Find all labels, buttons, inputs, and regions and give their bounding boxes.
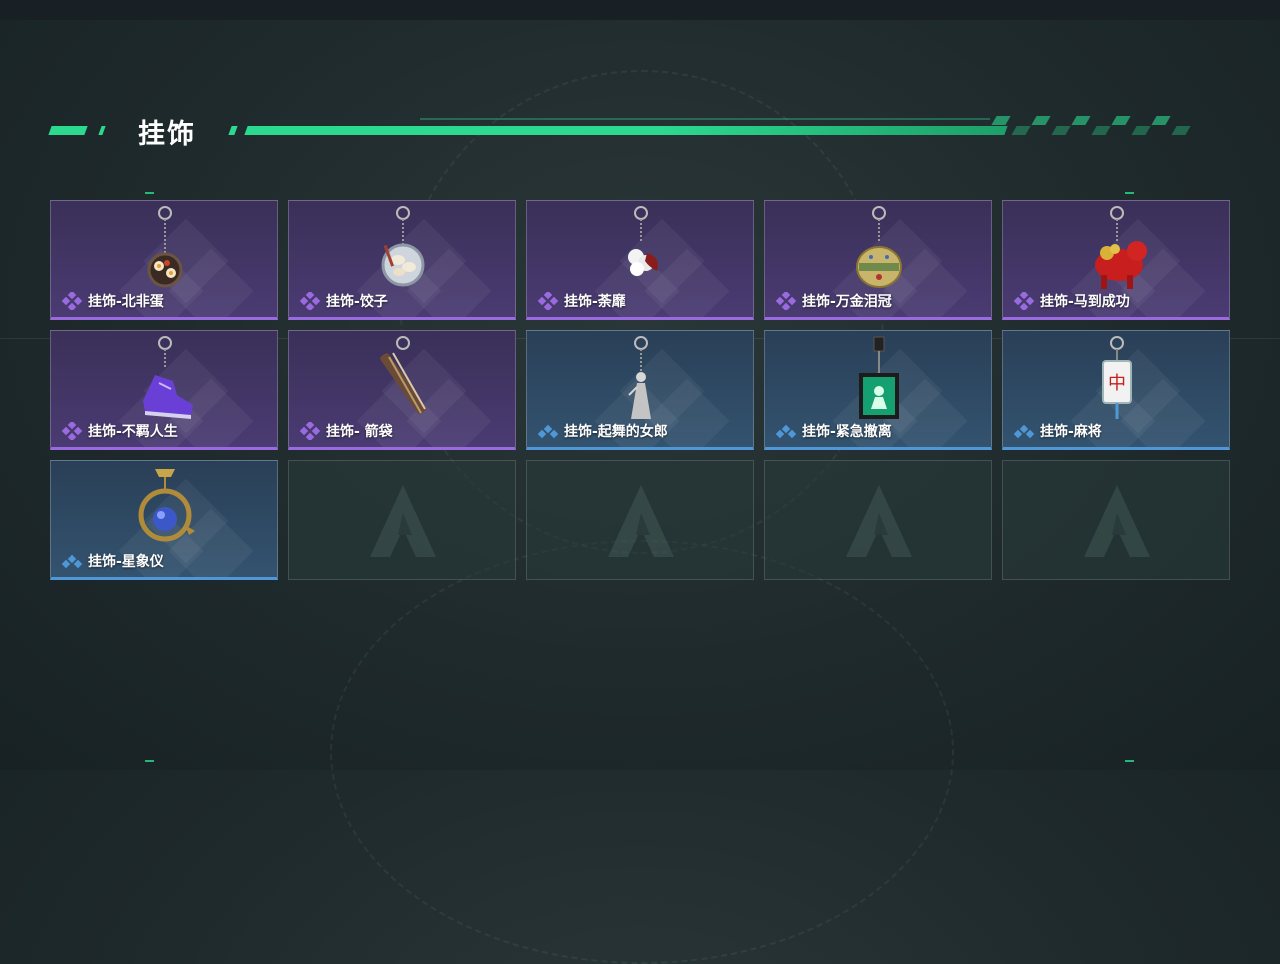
game-logo-watermark-icon xyxy=(846,485,912,557)
charm-card[interactable]: 挂饰- 箭袋 xyxy=(288,330,516,450)
section-header: 挂饰 xyxy=(48,112,1210,150)
header-accent-block xyxy=(48,126,88,135)
game-logo-watermark-icon xyxy=(370,485,436,557)
charm-card[interactable]: 挂饰-星象仪 xyxy=(50,460,278,580)
rare-rarity-icon xyxy=(537,424,559,439)
charm-name: 挂饰-不羁人生 xyxy=(61,421,178,441)
game-logo-watermark-icon xyxy=(1084,485,1150,557)
rare-rarity-icon xyxy=(1013,424,1035,439)
charm-name-label: 挂饰-荼靡 xyxy=(564,294,626,310)
dumpling-plate-charm-icon xyxy=(381,206,425,287)
empty-charm-slot xyxy=(526,460,754,580)
charm-name: 挂饰-麻将 xyxy=(1013,421,1102,441)
charm-name: 挂饰-紧急撤离 xyxy=(775,421,892,441)
charm-name-label: 挂饰-马到成功 xyxy=(1040,294,1130,310)
charm-name-label: 挂饰-饺子 xyxy=(326,294,388,310)
charm-card[interactable]: 挂饰-万金泪冠 xyxy=(764,200,992,320)
charm-name: 挂饰-起舞的女郎 xyxy=(537,421,668,441)
rare-rarity-icon xyxy=(61,554,83,569)
header-thin-line xyxy=(420,118,990,120)
epic-rarity-icon xyxy=(61,422,83,440)
charm-card[interactable]: 中挂饰-麻将 xyxy=(1002,330,1230,450)
charm-name-label: 挂饰-不羁人生 xyxy=(88,424,178,440)
epic-rarity-icon xyxy=(1013,292,1035,310)
corner-tick xyxy=(1125,760,1134,762)
background-ring xyxy=(330,540,954,964)
exit-sign-charm-icon xyxy=(859,336,899,419)
epic-rarity-icon xyxy=(61,292,83,310)
astrolabe-charm-icon xyxy=(138,469,195,542)
game-logo-watermark-icon xyxy=(608,485,674,557)
empty-charm-slot xyxy=(288,460,516,580)
header-checker-pattern xyxy=(991,116,1204,136)
red-horse-charm-icon xyxy=(1095,206,1147,289)
charm-name: 挂饰- 箭袋 xyxy=(299,421,393,441)
charm-card[interactable]: 挂饰-起舞的女郎 xyxy=(526,330,754,450)
header-accent-block xyxy=(228,126,238,135)
epic-rarity-icon xyxy=(775,292,797,310)
rare-rarity-icon xyxy=(775,424,797,439)
charm-name-label: 挂饰-起舞的女郎 xyxy=(564,424,668,440)
charm-name-label: 挂饰-紧急撤离 xyxy=(802,424,892,440)
dancer-figurine-charm-icon xyxy=(628,336,651,419)
epic-rarity-icon xyxy=(299,422,321,440)
charm-name-label: 挂饰- 箭袋 xyxy=(326,424,393,440)
charm-name-label: 挂饰-星象仪 xyxy=(88,554,164,570)
charm-name: 挂饰-星象仪 xyxy=(61,551,164,571)
top-bar xyxy=(0,0,1280,20)
charm-name-label: 挂饰-万金泪冠 xyxy=(802,294,892,310)
charm-card[interactable]: 挂饰-饺子 xyxy=(288,200,516,320)
crown-charm-icon xyxy=(856,206,902,288)
charm-card[interactable]: 挂饰-北非蛋 xyxy=(50,200,278,320)
shakshuka-pan-charm-icon xyxy=(147,206,183,288)
header-accent-bar xyxy=(244,126,1008,135)
svg-text:中: 中 xyxy=(1108,373,1126,394)
charm-name-label: 挂饰-麻将 xyxy=(1040,424,1102,440)
epic-rarity-icon xyxy=(299,292,321,310)
charm-name-label: 挂饰-北非蛋 xyxy=(88,294,164,310)
flower-charm-icon xyxy=(628,206,658,276)
charm-card[interactable]: 挂饰-不羁人生 xyxy=(50,330,278,450)
corner-tick xyxy=(145,192,154,194)
mahjong-tile-charm-icon: 中 xyxy=(1102,336,1132,419)
section-title: 挂饰 xyxy=(138,119,196,150)
sneaker-charm-icon xyxy=(143,336,193,419)
corner-tick xyxy=(1125,192,1134,194)
charm-card[interactable]: 挂饰-紧急撤离 xyxy=(764,330,992,450)
charm-name: 挂饰-万金泪冠 xyxy=(775,291,892,311)
charm-name: 挂饰-荼靡 xyxy=(537,291,626,311)
charm-card[interactable]: 挂饰-荼靡 xyxy=(526,200,754,320)
charm-card[interactable]: 挂饰-马到成功 xyxy=(1002,200,1230,320)
charm-name: 挂饰-北非蛋 xyxy=(61,291,164,311)
empty-charm-slot xyxy=(1002,460,1230,580)
charm-name: 挂饰-饺子 xyxy=(299,291,388,311)
charm-name: 挂饰-马到成功 xyxy=(1013,291,1130,311)
empty-charm-slot xyxy=(764,460,992,580)
header-accent-block xyxy=(98,126,106,135)
charm-grid: 挂饰-北非蛋 挂饰-饺子 挂饰-荼靡 挂饰-万金泪冠 挂饰-马到成功 挂饰-不羁人生 挂饰-… xyxy=(50,200,1230,580)
corner-tick xyxy=(145,760,154,762)
quiver-charm-icon xyxy=(380,336,427,414)
epic-rarity-icon xyxy=(537,292,559,310)
